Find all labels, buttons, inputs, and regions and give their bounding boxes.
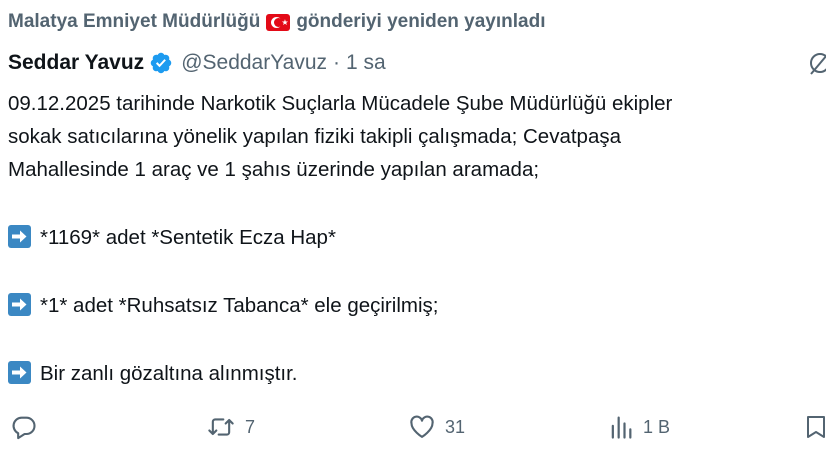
like-count: 31	[445, 416, 466, 437]
bullet-item: Bir zanlı gözaltına alınmıştır.	[8, 357, 826, 390]
tweet-text: 09.12.2025 tarihinde Narkotik Suçlarla M…	[8, 87, 826, 390]
like-button[interactable]: 31	[407, 409, 465, 445]
tweet-line: Mahallesinde 1 araç ve 1 şahıs üzerinde …	[8, 158, 540, 181]
post-time[interactable]: 1 sa	[346, 51, 386, 75]
repost-button[interactable]: 7	[205, 409, 255, 445]
grok-icon[interactable]	[808, 50, 826, 78]
views-count: 1 B	[643, 416, 671, 437]
reposter-name[interactable]: Malatya Emniyet Müdürlüğü	[8, 11, 260, 33]
bullet-item: *1* adet *Ruhsatsız Tabanca* ele geçiril…	[8, 289, 826, 322]
author-display-name[interactable]: Seddar Yavuz	[8, 51, 144, 75]
tweet-line: 09.12.2025 tarihinde Narkotik Suçlarla M…	[8, 92, 673, 115]
bullet-item: *1169* adet *Sentetik Ecza Hap*	[8, 221, 826, 254]
bookmark-icon	[807, 416, 825, 438]
reply-button[interactable]	[10, 409, 46, 445]
bullet-text: *1* adet *Ruhsatsız Tabanca* ele geçiril…	[40, 294, 439, 317]
reply-icon	[12, 416, 36, 440]
tweet-author-line: Seddar Yavuz @SeddarYavuz · 1 sa	[8, 48, 386, 78]
bookmark-button[interactable]	[805, 409, 826, 445]
turkey-flag-icon: ★	[266, 13, 291, 31]
separator-dot: ·	[333, 51, 341, 74]
repost-count: 7	[245, 416, 256, 437]
bullet-text: Bir zanlı gözaltına alınmıştır.	[40, 362, 298, 385]
tweet-line: sokak satıcılarına yönelik yapılan fizik…	[8, 125, 622, 148]
views-button[interactable]: 1 B	[607, 409, 670, 445]
bullet-text: *1169* adet *Sentetik Ecza Hap*	[40, 226, 336, 249]
tweet-action-bar: 7 31 1 B	[0, 409, 826, 445]
verified-badge-icon[interactable]	[149, 51, 173, 75]
right-arrow-icon	[8, 225, 31, 248]
repost-icon	[208, 418, 234, 436]
heart-icon	[410, 415, 434, 438]
repost-action-text: gönderiyi yeniden yayınladı	[296, 11, 546, 32]
right-arrow-icon	[8, 361, 31, 384]
views-chart-icon	[611, 416, 632, 439]
author-handle[interactable]: @SeddarYavuz	[181, 51, 327, 75]
repost-banner: Malatya Emniyet Müdürlüğü ★ gönderiyi ye…	[8, 9, 546, 35]
right-arrow-icon	[8, 293, 31, 316]
